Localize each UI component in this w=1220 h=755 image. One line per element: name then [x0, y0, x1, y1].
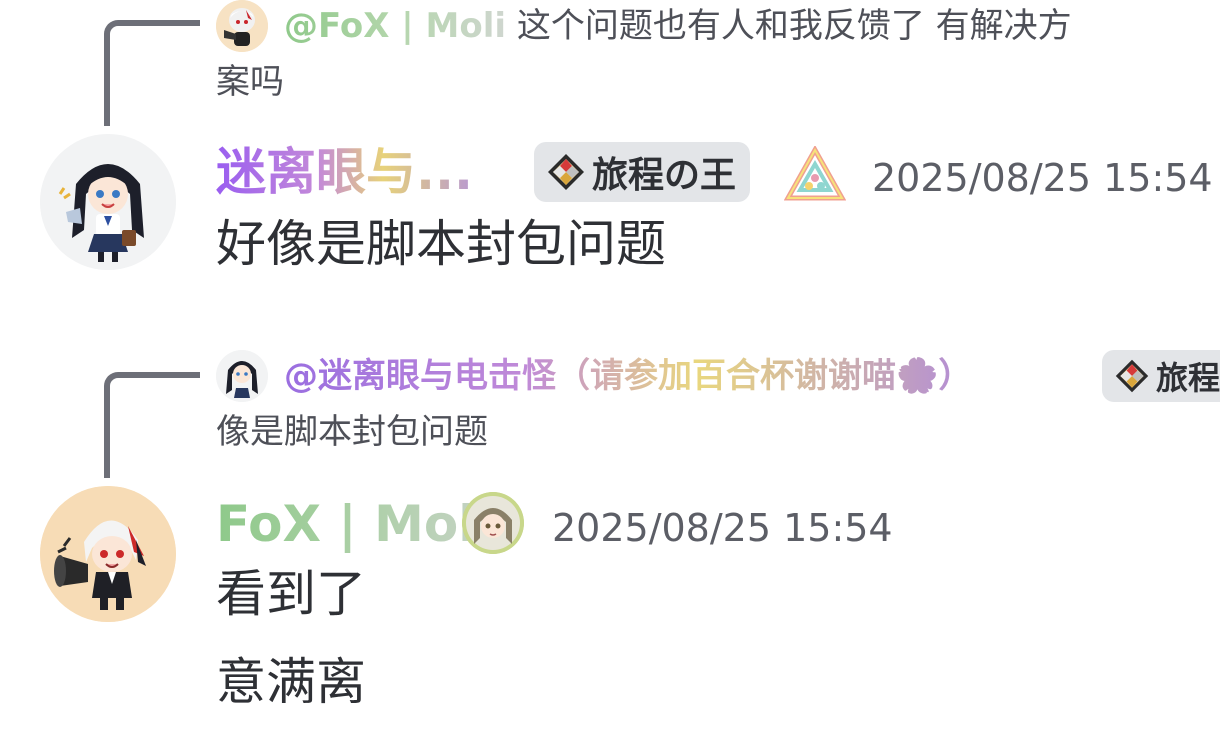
reply-author-avatar[interactable]: [216, 350, 268, 402]
reply-role-tag[interactable]: 旅程: [1102, 350, 1220, 402]
reply-preview[interactable]: @FoX | Moli 这个问题也有人和我反馈了 有解决方: [284, 0, 1072, 52]
author-name[interactable]: 迷离眼与...: [216, 140, 473, 204]
author-badge-avatar[interactable]: [462, 492, 524, 554]
author-name[interactable]: FoX | Moli: [216, 492, 493, 556]
author-avatar[interactable]: [40, 134, 176, 270]
message-timestamp[interactable]: 2025/08/25 15:54: [872, 152, 1213, 204]
role-tag-label: 旅程の王: [592, 155, 737, 196]
diamond-icon: [1115, 359, 1149, 393]
message-content: 好像是脚本封包问题: [216, 215, 666, 273]
message-timestamp[interactable]: 2025/08/25 15:54: [552, 502, 893, 554]
reply-mention[interactable]: @迷离眼与电击怪（请参加百合杯谢谢喵🌸）: [284, 356, 972, 396]
reply-preview[interactable]: @迷离眼与电击怪（请参加百合杯谢谢喵🌸）: [284, 350, 972, 402]
triangle-badge-icon[interactable]: [784, 146, 846, 202]
reply-snippet-line1: 这个问题也有人和我反馈了 有解决方: [516, 6, 1072, 46]
role-tag[interactable]: 旅程の王: [534, 142, 751, 202]
reply-snippet-line2: 案吗: [216, 62, 284, 102]
reply-author-avatar[interactable]: [216, 0, 268, 52]
reply-mention[interactable]: @FoX | Moli: [284, 6, 506, 46]
reply-snippet-line2: 像是脚本封包问题: [216, 412, 488, 452]
reply-connector-line: [104, 372, 200, 478]
chat-view: @FoX | Moli 这个问题也有人和我反馈了 有解决方 案吗 迷离眼与...: [0, 0, 1220, 755]
author-avatar[interactable]: [40, 486, 176, 622]
diamond-icon: [548, 154, 584, 190]
reply-role-tag-label: 旅程: [1156, 359, 1220, 397]
message-content: 意满离: [216, 653, 366, 711]
message-content: 看到了: [216, 565, 366, 623]
reply-connector-line: [104, 20, 200, 126]
